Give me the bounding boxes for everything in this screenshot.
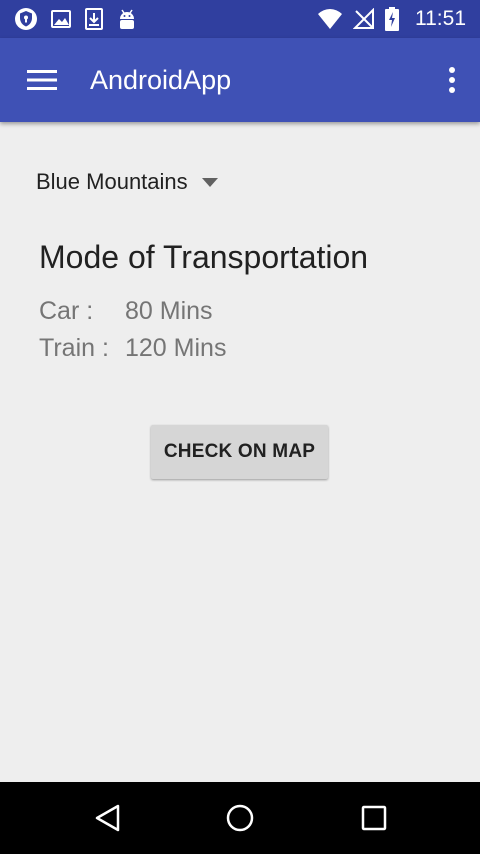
home-icon[interactable] [222, 800, 258, 836]
app-title: AndroidApp [90, 65, 232, 95]
transport-title: Mode of Transportation [39, 239, 369, 275]
more-vert-icon[interactable] [448, 66, 456, 94]
location-spinner[interactable]: Blue Mountains [36, 166, 218, 198]
download-icon [84, 7, 104, 31]
vpn-shield-icon [14, 7, 38, 31]
status-right-icons: 11:51 [317, 7, 466, 31]
image-icon [50, 8, 72, 30]
back-icon[interactable] [90, 800, 126, 836]
transport-label: Car : [39, 297, 94, 325]
transport-row-car: Car : 80 Mins [39, 294, 213, 328]
hamburger-menu-icon[interactable] [27, 68, 57, 92]
battery-charging-icon [385, 7, 399, 31]
wifi-icon [317, 8, 343, 30]
transport-row-train: Train : 120 Mins [39, 331, 226, 365]
navigation-bar [0, 782, 480, 854]
status-bar: 11:51 [0, 0, 480, 38]
no-signal-icon [353, 8, 375, 30]
transport-value: 80 Mins [125, 297, 213, 325]
transport-label: Train : [39, 334, 109, 362]
status-time: 11:51 [415, 7, 466, 30]
android-icon [116, 7, 138, 31]
status-left-icons [14, 7, 138, 31]
transport-value: 120 Mins [125, 334, 227, 362]
check-on-map-button[interactable]: CHECK ON MAP [151, 425, 328, 479]
app-bar: AndroidApp [0, 38, 480, 122]
location-spinner-value: Blue Mountains [36, 169, 188, 194]
recents-icon[interactable] [356, 800, 392, 836]
dropdown-arrow-icon [201, 174, 218, 192]
